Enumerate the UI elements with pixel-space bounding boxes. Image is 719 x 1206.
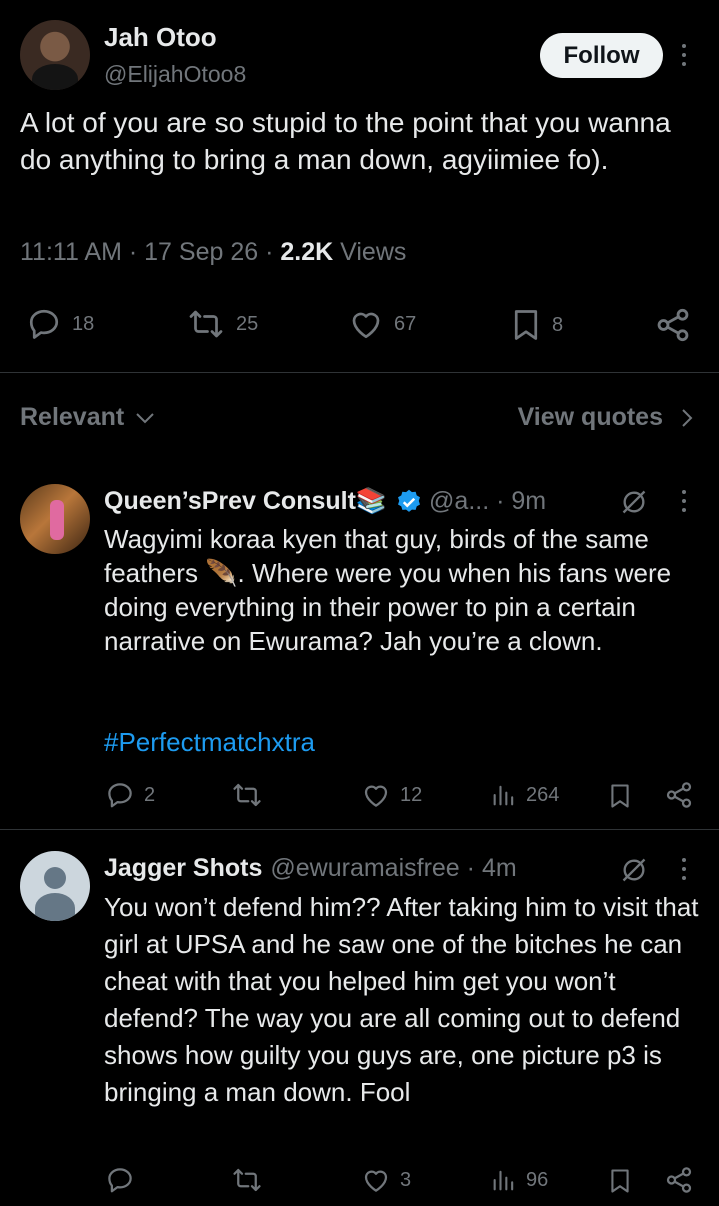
reply-count: 18 xyxy=(72,312,95,335)
chevron-right-icon xyxy=(682,408,693,427)
share-icon xyxy=(666,1167,692,1193)
reply-header: Queen’sPrev Consult📚 @a... · 9m xyxy=(104,487,547,516)
bookmark-icon xyxy=(514,310,538,340)
bookmark-icon xyxy=(611,1169,629,1193)
bookmark-button[interactable] xyxy=(606,1165,634,1197)
repost-icon xyxy=(233,783,261,807)
views-button[interactable]: 264 xyxy=(490,780,559,810)
view-quotes-link[interactable]: View quotes xyxy=(518,403,693,432)
reply-time: 4m xyxy=(481,854,517,882)
bookmark-button[interactable] xyxy=(606,780,634,812)
reply-icon xyxy=(108,1168,132,1193)
reply-button[interactable]: 18 xyxy=(24,306,94,342)
like-button[interactable]: 67 xyxy=(346,306,416,342)
reply-author-handle[interactable]: @a... xyxy=(429,487,489,516)
like-button[interactable]: 3 xyxy=(360,1165,411,1195)
tweet-meta: 11:11 AM · 17 Sep 26 · 2.2K Views xyxy=(20,238,407,266)
chevron-down-icon xyxy=(136,412,154,423)
views-count: 96 xyxy=(526,1168,549,1191)
repost-icon xyxy=(189,310,223,338)
views-icon xyxy=(493,1170,514,1191)
bookmark-icon xyxy=(611,784,629,808)
repost-icon xyxy=(233,1168,261,1192)
share-icon xyxy=(666,782,692,808)
repost-count: 25 xyxy=(236,312,259,335)
reply-button[interactable] xyxy=(104,1165,144,1195)
divider xyxy=(0,829,719,830)
reply-time: 9m xyxy=(511,487,547,515)
share-button[interactable] xyxy=(664,780,694,810)
more-icon[interactable] xyxy=(677,490,691,512)
reply-button[interactable]: 2 xyxy=(104,780,155,810)
view-quotes-label: View quotes xyxy=(517,403,663,431)
views-count: 264 xyxy=(526,783,560,806)
tweet-text: A lot of you are so stupid to the point … xyxy=(20,107,671,175)
views-button[interactable]: 96 xyxy=(490,1165,548,1195)
bookmark-button[interactable]: 8 xyxy=(508,306,563,344)
repost-button[interactable]: 25 xyxy=(184,306,258,342)
follow-button[interactable]: Follow xyxy=(540,33,663,78)
like-button[interactable]: 12 xyxy=(360,780,422,810)
grok-icon[interactable] xyxy=(620,488,648,516)
views-count: 2.2K xyxy=(280,238,334,266)
share-button[interactable] xyxy=(654,306,692,344)
like-icon xyxy=(352,312,380,339)
reply-header: Jagger Shots @ewuramaisfree · 4m xyxy=(104,854,517,883)
like-icon xyxy=(364,1170,388,1192)
author-avatar[interactable] xyxy=(20,20,90,90)
divider xyxy=(0,372,719,373)
reply-icon xyxy=(29,309,59,339)
bookmark-count: 8 xyxy=(552,313,564,336)
repost-button[interactable] xyxy=(230,1165,272,1195)
tweet-time: 11:11 AM xyxy=(20,238,122,266)
views-icon xyxy=(493,785,514,806)
reply-author-name[interactable]: Queen’sPrev Consult📚 xyxy=(104,487,387,516)
author-name[interactable]: Jah Otoo xyxy=(104,22,217,53)
reply-author-name[interactable]: Jagger Shots xyxy=(104,854,262,883)
like-count: 3 xyxy=(400,1168,412,1191)
reply-avatar[interactable] xyxy=(20,484,90,554)
share-icon xyxy=(657,308,689,342)
reply-icon xyxy=(108,783,132,808)
more-icon[interactable] xyxy=(677,858,691,880)
like-icon xyxy=(364,785,388,807)
grok-icon[interactable] xyxy=(620,856,648,884)
hashtag-link[interactable]: #Perfectmatchxtra xyxy=(104,727,315,758)
reply-text: Wagyimi koraa kyen that guy, birds of th… xyxy=(104,524,672,656)
like-count: 12 xyxy=(400,783,423,806)
sort-dropdown[interactable]: Relevant xyxy=(20,403,156,432)
like-count: 67 xyxy=(394,312,417,335)
share-button[interactable] xyxy=(664,1165,694,1195)
reply-count: 2 xyxy=(144,783,156,806)
reply-author-handle[interactable]: @ewuramaisfree xyxy=(270,854,459,883)
tweet-date: 17 Sep 26 xyxy=(144,238,259,266)
more-icon[interactable] xyxy=(677,44,691,66)
sort-label: Relevant xyxy=(20,403,125,431)
views-label: Views xyxy=(340,238,407,266)
author-handle[interactable]: @ElijahOtoo8 xyxy=(104,61,246,88)
verified-badge-icon xyxy=(398,489,421,512)
repost-button[interactable] xyxy=(230,780,272,810)
reply-text: You won’t defend him?? After taking him … xyxy=(104,892,699,1107)
reply-avatar[interactable] xyxy=(20,851,90,921)
